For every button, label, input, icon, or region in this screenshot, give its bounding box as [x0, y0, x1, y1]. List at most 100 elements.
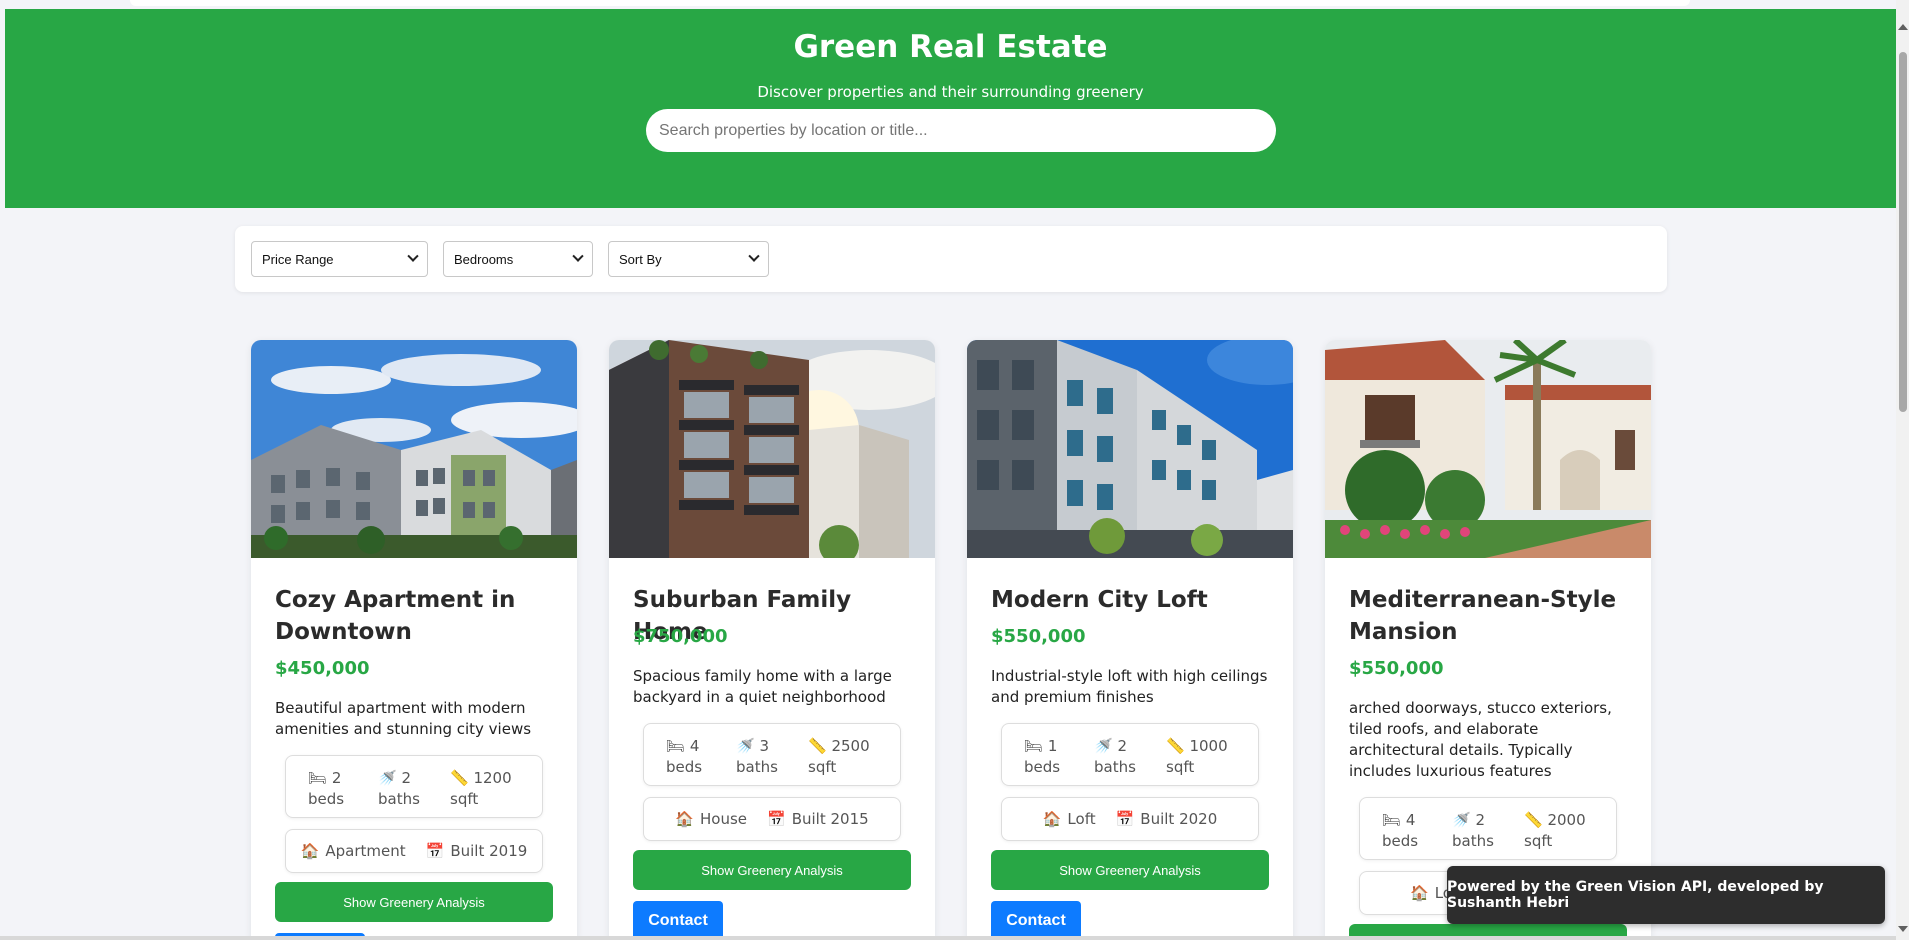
search-input[interactable]	[646, 109, 1276, 152]
property-stats: 🛏 4 beds 🚿 2 baths 📏 2000 sqft	[1359, 797, 1617, 860]
chevron-down-icon	[407, 250, 419, 262]
bed-icon: 🛏	[308, 769, 328, 787]
house-icon: 🏠	[300, 842, 320, 860]
greenery-analysis-button[interactable]: Show Greenery Analysis	[633, 850, 911, 890]
scroll-down-arrow-icon[interactable]	[1898, 926, 1908, 932]
bath-icon: 🚿	[1094, 737, 1113, 755]
bath-icon: 🚿	[736, 737, 755, 755]
browser-top-strip	[130, 0, 1690, 6]
baths-label: baths	[378, 790, 420, 808]
beds-label: beds	[1382, 832, 1419, 850]
contact-button[interactable]: Contact	[991, 901, 1081, 940]
chevron-down-icon	[748, 250, 760, 262]
ruler-icon: 📏	[1166, 737, 1185, 755]
beds-count: 2	[331, 769, 342, 787]
property-image	[251, 340, 577, 558]
property-price: $450,000	[275, 658, 370, 679]
property-type: House	[700, 810, 748, 828]
price-range-select[interactable]: Price Range	[251, 241, 428, 277]
greenery-analysis-button[interactable]: Show Greenery Analysis	[275, 882, 553, 922]
calendar-icon: 📅	[1115, 810, 1135, 828]
baths-count: 2	[1475, 811, 1486, 829]
calendar-icon: 📅	[425, 842, 445, 860]
sqft-label: sqft	[1166, 758, 1195, 776]
property-stats: 🛏 2 beds 🚿 2 baths 📏 1200 sqft	[285, 755, 543, 818]
sort-by-label: Sort By	[619, 251, 662, 267]
ruler-icon: 📏	[1524, 811, 1543, 829]
baths-label: baths	[1452, 832, 1494, 850]
bedrooms-select[interactable]: Bedrooms	[443, 241, 593, 277]
bed-icon: 🛏	[666, 737, 686, 755]
property-description: Spacious family home with a large backya…	[633, 667, 892, 706]
beds-label: beds	[666, 758, 703, 776]
baths-count: 2	[1117, 737, 1128, 755]
sqft-count: 1000	[1189, 737, 1228, 755]
property-image	[1325, 340, 1651, 558]
property-stats: 🛏 4 beds 🚿 3 baths 📏 2500 sqft	[643, 723, 901, 786]
property-built: Built 2020	[1140, 810, 1218, 828]
api-credit-toast: Powered by the Green Vision API, develop…	[1447, 866, 1885, 924]
property-meta: 🏠 House 📅 Built 2015	[643, 797, 901, 841]
beds-count: 1	[1047, 737, 1058, 755]
ruler-icon: 📏	[808, 737, 827, 755]
calendar-icon: 📅	[767, 810, 786, 828]
site-title: Green Real Estate	[793, 29, 1108, 65]
property-built: Built 2019	[450, 842, 528, 860]
baths-label: baths	[736, 758, 778, 776]
sqft-label: sqft	[808, 758, 837, 776]
property-description: Beautiful apartment with modern amenitie…	[275, 699, 532, 738]
beds-count: 4	[689, 737, 700, 755]
property-description: Industrial-style loft with high ceilings…	[991, 667, 1268, 706]
page-scrollbar[interactable]	[1896, 0, 1909, 940]
scroll-up-arrow-icon[interactable]	[1898, 24, 1908, 30]
bath-icon: 🚿	[1452, 811, 1471, 829]
property-card: Cozy Apartment in Downtown $450,000 Beau…	[251, 340, 577, 940]
property-title: Modern City Loft	[991, 587, 1208, 613]
property-description: arched doorways, stucco exteriors, tiled…	[1349, 699, 1612, 780]
property-card: Suburban Family Home $750,000 Spacious f…	[609, 340, 935, 940]
sqft-label: sqft	[1524, 832, 1553, 850]
property-stats: 🛏 1 beds 🚿 2 baths 📏 1000 sqft	[1001, 723, 1259, 786]
house-icon: 🏠	[1410, 884, 1429, 902]
property-title: Cozy Apartment in Downtown	[275, 587, 516, 645]
bedrooms-label: Bedrooms	[454, 251, 514, 267]
site-subtitle: Discover properties and their surroundin…	[757, 83, 1144, 101]
property-price: $550,000	[1349, 658, 1444, 679]
property-image	[609, 340, 935, 558]
sqft-count: 1200	[473, 769, 512, 787]
filter-bar: Price Range Bedrooms Sort By	[235, 226, 1667, 292]
property-built: Built 2015	[791, 810, 869, 828]
sort-by-select[interactable]: Sort By	[608, 241, 769, 277]
ruler-icon: 📏	[450, 769, 469, 787]
property-meta: 🏠 Loft 📅 Built 2020	[1001, 797, 1259, 841]
scrollbar-thumb[interactable]	[1899, 52, 1907, 412]
bed-icon: 🛏	[1024, 737, 1044, 755]
beds-label: beds	[308, 790, 345, 808]
sqft-label: sqft	[450, 790, 479, 808]
property-price: $550,000	[991, 626, 1086, 647]
sqft-count: 2000	[1547, 811, 1586, 829]
contact-button[interactable]: Contact	[633, 901, 723, 940]
baths-count: 3	[759, 737, 770, 755]
property-price: $750,000	[633, 626, 728, 647]
property-card: Mediterranean-Style Mansion $550,000 arc…	[1325, 340, 1651, 940]
sqft-count: 2500	[831, 737, 870, 755]
beds-label: beds	[1024, 758, 1061, 776]
chevron-down-icon	[572, 250, 584, 262]
house-icon: 🏠	[1042, 810, 1062, 828]
property-image	[967, 340, 1293, 558]
baths-count: 2	[401, 769, 412, 787]
property-type: Apartment	[325, 842, 406, 860]
property-card: Modern City Loft $550,000 Industrial-sty…	[967, 340, 1293, 940]
property-meta: 🏠 Apartment 📅 Built 2019	[285, 829, 543, 873]
baths-label: baths	[1094, 758, 1136, 776]
window-bottom-edge	[0, 936, 1896, 940]
bed-icon: 🛏	[1382, 811, 1402, 829]
price-range-label: Price Range	[262, 251, 334, 267]
property-title: Mediterranean-Style Mansion	[1349, 587, 1617, 645]
house-icon: 🏠	[675, 810, 694, 828]
bath-icon: 🚿	[378, 769, 397, 787]
greenery-analysis-button[interactable]: Show Greenery Analysis	[991, 850, 1269, 890]
property-type: Loft	[1067, 810, 1096, 828]
beds-count: 4	[1405, 811, 1416, 829]
